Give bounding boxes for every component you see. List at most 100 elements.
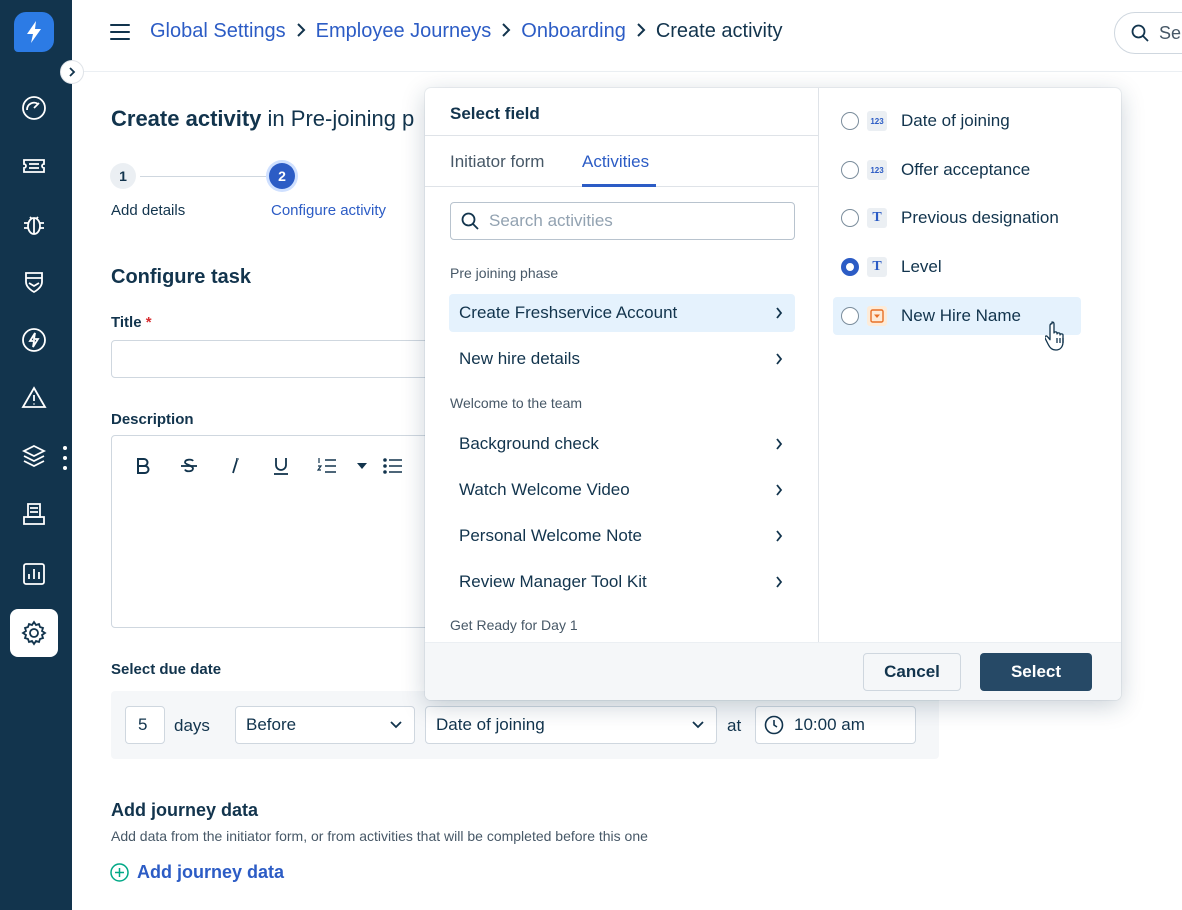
chevron-right-icon bbox=[776, 576, 783, 588]
due-relation-select[interactable]: Before bbox=[235, 706, 415, 744]
step-1-label[interactable]: Add details bbox=[111, 202, 185, 219]
sidebar-resize-handle[interactable] bbox=[62, 446, 68, 470]
group-label: Get Ready for Day 1 bbox=[450, 617, 578, 633]
caret-down-icon bbox=[357, 463, 367, 469]
due-time-input[interactable]: 10:00 am bbox=[755, 706, 916, 744]
chevron-right-icon bbox=[776, 438, 783, 450]
italic-button[interactable] bbox=[224, 454, 246, 478]
number-type-icon: 123 bbox=[867, 111, 887, 131]
text-type-icon: T bbox=[867, 257, 887, 277]
underline-button[interactable] bbox=[270, 454, 292, 478]
select-button[interactable]: Select bbox=[980, 653, 1092, 691]
activity-item[interactable]: Background check bbox=[449, 425, 795, 463]
breadcrumb-employee-journeys[interactable]: Employee Journeys bbox=[316, 20, 492, 43]
field-option[interactable]: 123 Offer acceptance bbox=[833, 151, 1081, 189]
title-input[interactable] bbox=[111, 340, 441, 378]
stepper-line bbox=[140, 176, 266, 177]
tab-initiator-form[interactable]: Initiator form bbox=[450, 152, 544, 172]
text-type-icon: T bbox=[867, 208, 887, 228]
bold-button[interactable] bbox=[132, 454, 154, 478]
journey-data-title: Add journey data bbox=[111, 800, 259, 820]
settings-icon bbox=[21, 620, 47, 646]
field-option[interactable]: T Level bbox=[833, 248, 1081, 286]
search-icon bbox=[1131, 24, 1149, 42]
menu-icon[interactable] bbox=[110, 24, 130, 42]
inbox-icon bbox=[23, 503, 45, 525]
strikethrough-icon bbox=[181, 458, 197, 473]
activities-search[interactable] bbox=[450, 202, 795, 240]
due-amount-input[interactable]: 5 bbox=[125, 706, 165, 744]
select-field-popover: Select field Initiator form Activities P… bbox=[425, 88, 1121, 700]
chevron-down-icon bbox=[692, 721, 704, 729]
app-logo[interactable] bbox=[14, 12, 54, 52]
nav-changes[interactable] bbox=[10, 258, 58, 306]
field-option-label: New Hire Name bbox=[901, 306, 1021, 325]
nav-reports[interactable] bbox=[10, 550, 58, 598]
breadcrumb-separator bbox=[636, 21, 646, 42]
nav-solutions[interactable] bbox=[10, 490, 58, 538]
due-field-select[interactable]: Date of joining bbox=[425, 706, 717, 744]
activity-item-label: Background check bbox=[459, 434, 599, 453]
sidebar-expand-button[interactable] bbox=[60, 60, 84, 84]
global-search[interactable]: Se bbox=[1114, 12, 1182, 54]
field-option[interactable]: New Hire Name bbox=[833, 297, 1081, 335]
step-1-indicator[interactable]: 1 bbox=[110, 163, 136, 189]
nav-settings[interactable] bbox=[10, 609, 58, 657]
radio-button-selected[interactable] bbox=[841, 258, 859, 276]
strikethrough-button[interactable] bbox=[178, 454, 200, 478]
tab-activities[interactable]: Activities bbox=[582, 152, 649, 172]
step-2-indicator[interactable]: 2 bbox=[269, 163, 295, 189]
activities-search-input[interactable] bbox=[489, 211, 779, 231]
nav-alerts[interactable] bbox=[10, 374, 58, 422]
add-circle-icon bbox=[110, 863, 129, 882]
bug-icon bbox=[24, 216, 44, 235]
nav-assets[interactable] bbox=[10, 432, 58, 480]
nav-problems[interactable] bbox=[10, 200, 58, 248]
radio-button[interactable] bbox=[841, 112, 859, 130]
radio-button[interactable] bbox=[841, 161, 859, 179]
top-header: Global Settings Employee Journeys Onboar… bbox=[72, 0, 1182, 72]
ordered-list-button[interactable] bbox=[316, 454, 338, 478]
breadcrumb-global-settings[interactable]: Global Settings bbox=[150, 20, 286, 43]
field-option-label: Previous designation bbox=[901, 208, 1059, 227]
global-search-text: Se bbox=[1159, 22, 1182, 43]
description-editor[interactable] bbox=[111, 435, 441, 628]
activity-item-label: Personal Welcome Note bbox=[459, 526, 642, 545]
italic-icon bbox=[232, 458, 239, 474]
radio-button[interactable] bbox=[841, 209, 859, 227]
section-title: Configure task bbox=[111, 266, 252, 288]
dropdown-type-icon bbox=[867, 306, 887, 326]
cancel-button[interactable]: Cancel bbox=[863, 653, 961, 691]
breadcrumb-current: Create activity bbox=[655, 20, 783, 42]
popover-footer: Cancel Select bbox=[425, 642, 1121, 700]
activity-item[interactable]: Watch Welcome Video bbox=[449, 471, 795, 509]
radio-button[interactable] bbox=[841, 307, 859, 325]
activity-item-label: New hire details bbox=[459, 349, 580, 368]
nav-automations[interactable] bbox=[10, 316, 58, 364]
list-style-dropdown[interactable] bbox=[352, 454, 372, 478]
alert-icon bbox=[21, 386, 47, 408]
chevron-right-icon bbox=[776, 307, 783, 319]
activity-item[interactable]: Review Manager Tool Kit bbox=[449, 563, 795, 601]
bold-icon bbox=[137, 458, 150, 474]
breadcrumb-onboarding[interactable]: Onboarding bbox=[521, 20, 626, 43]
chevron-right-icon bbox=[69, 67, 76, 77]
due-unit-label: days bbox=[174, 716, 210, 735]
nav-tickets[interactable] bbox=[10, 142, 58, 190]
add-journey-data-button[interactable]: Add journey data bbox=[110, 862, 284, 883]
due-at-label: at bbox=[727, 716, 742, 735]
activity-item[interactable]: New hire details bbox=[449, 340, 795, 378]
field-option[interactable]: 123 Date of joining bbox=[833, 102, 1081, 140]
activity-item-label: Review Manager Tool Kit bbox=[459, 572, 647, 591]
field-option-label: Date of joining bbox=[901, 111, 1010, 130]
bullet-list-button[interactable] bbox=[382, 454, 404, 478]
field-option[interactable]: T Previous designation bbox=[833, 199, 1081, 237]
dropdown-field-icon bbox=[870, 309, 884, 323]
nav-dashboard[interactable] bbox=[10, 84, 58, 132]
popover-left-pane: Select field Initiator form Activities P… bbox=[425, 88, 819, 642]
step-2-label[interactable]: Configure activity bbox=[271, 202, 386, 219]
activity-item[interactable]: Create Freshservice Account bbox=[449, 294, 795, 332]
activity-item[interactable]: Personal Welcome Note bbox=[449, 517, 795, 555]
popover-title: Select field bbox=[450, 104, 540, 123]
chevron-down-icon bbox=[390, 721, 402, 729]
